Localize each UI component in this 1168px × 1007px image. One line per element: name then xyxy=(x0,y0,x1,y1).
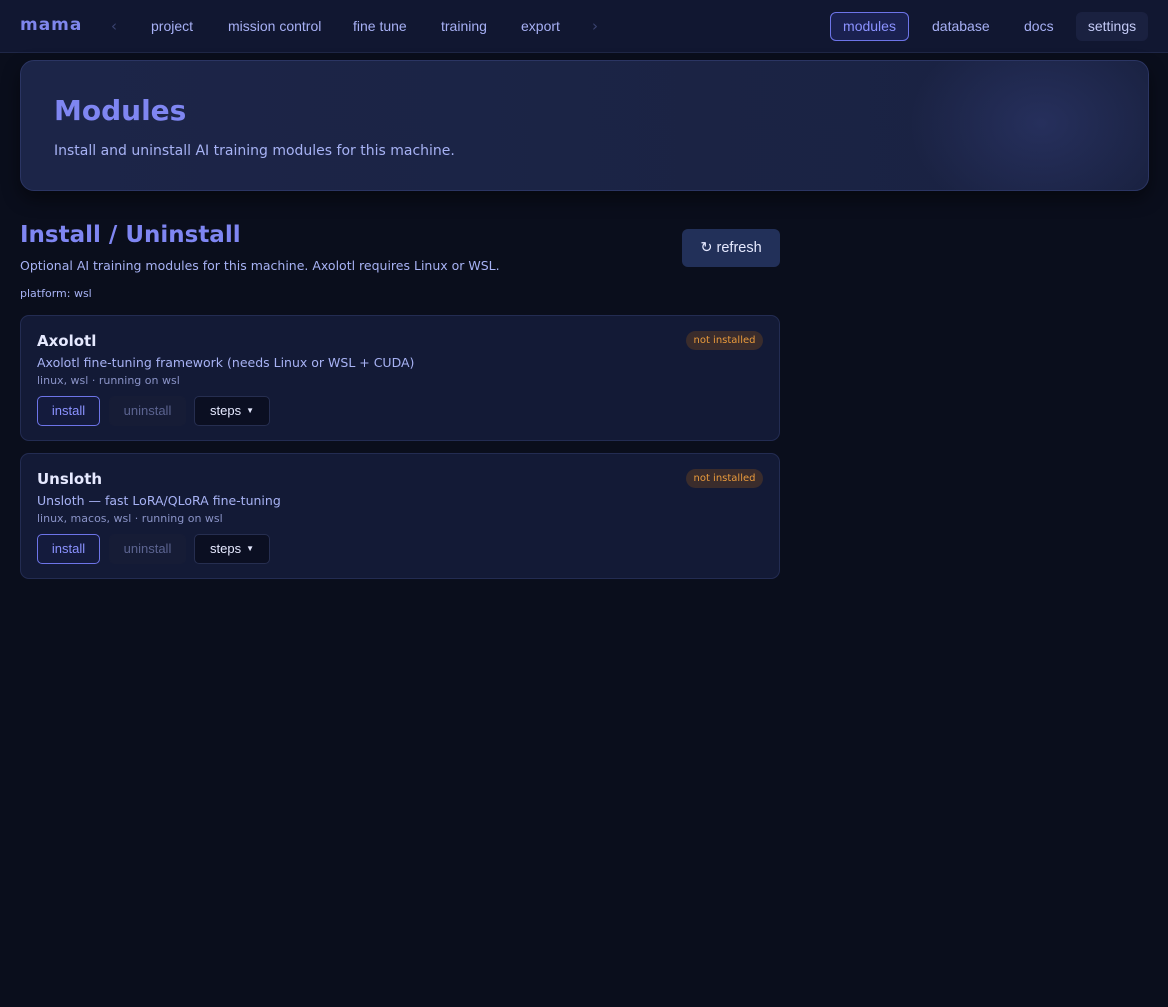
module-description: Unsloth — fast LoRA/QLoRA fine-tuning xyxy=(37,493,281,508)
top-nav-bar: mama ‹ project mission control fine tune… xyxy=(0,0,1168,53)
steps-dropdown-button[interactable]: steps ▼ xyxy=(194,396,270,426)
nav-item-training[interactable]: training xyxy=(441,18,487,34)
steps-label: steps xyxy=(210,403,242,418)
steps-dropdown-button[interactable]: steps ▼ xyxy=(194,534,270,564)
install-button[interactable]: install xyxy=(37,396,100,426)
page-title: Modules xyxy=(54,94,187,127)
refresh-button[interactable]: ↻ refresh xyxy=(682,229,780,267)
uninstall-button[interactable]: uninstall xyxy=(109,396,186,426)
module-description: Axolotl fine-tuning framework (needs Lin… xyxy=(37,355,415,370)
status-badge: not installed xyxy=(686,331,763,350)
module-platforms: linux, wsl · running on wsl xyxy=(37,374,180,387)
nav-item-export[interactable]: export xyxy=(521,18,560,34)
nav-item-mission-control[interactable]: mission control xyxy=(228,18,321,34)
module-card-axolotl: Axolotl not installed Axolotl fine-tunin… xyxy=(20,315,780,441)
nav-item-project[interactable]: project xyxy=(151,18,193,34)
nav-item-fine-tune[interactable]: fine tune xyxy=(353,18,407,34)
nav-item-docs[interactable]: docs xyxy=(1024,18,1054,34)
settings-button[interactable]: settings xyxy=(1076,12,1148,41)
module-name: Axolotl xyxy=(37,332,97,350)
nav-item-database[interactable]: database xyxy=(932,18,990,34)
caret-down-icon: ▼ xyxy=(246,406,254,415)
platform-label: platform: wsl xyxy=(20,287,92,300)
install-button[interactable]: install xyxy=(37,534,100,564)
nav-item-modules[interactable]: modules xyxy=(830,12,909,41)
nav-prev-arrow-icon[interactable]: ‹ xyxy=(111,17,117,35)
page-subtitle: Install and uninstall AI training module… xyxy=(54,143,455,159)
nav-next-arrow-icon[interactable]: › xyxy=(592,17,598,35)
module-platforms: linux, macos, wsl · running on wsl xyxy=(37,512,223,525)
module-name: Unsloth xyxy=(37,470,103,488)
module-card-unsloth: Unsloth not installed Unsloth — fast LoR… xyxy=(20,453,780,579)
status-badge: not installed xyxy=(686,469,763,488)
brand-logo[interactable]: mama xyxy=(20,15,82,35)
steps-label: steps xyxy=(210,541,242,556)
caret-down-icon: ▼ xyxy=(246,544,254,553)
section-subtitle: Optional AI training modules for this ma… xyxy=(20,258,500,273)
uninstall-button[interactable]: uninstall xyxy=(109,534,186,564)
section-title: Install / Uninstall xyxy=(20,222,241,248)
hero-banner: Modules Install and uninstall AI trainin… xyxy=(20,60,1149,191)
